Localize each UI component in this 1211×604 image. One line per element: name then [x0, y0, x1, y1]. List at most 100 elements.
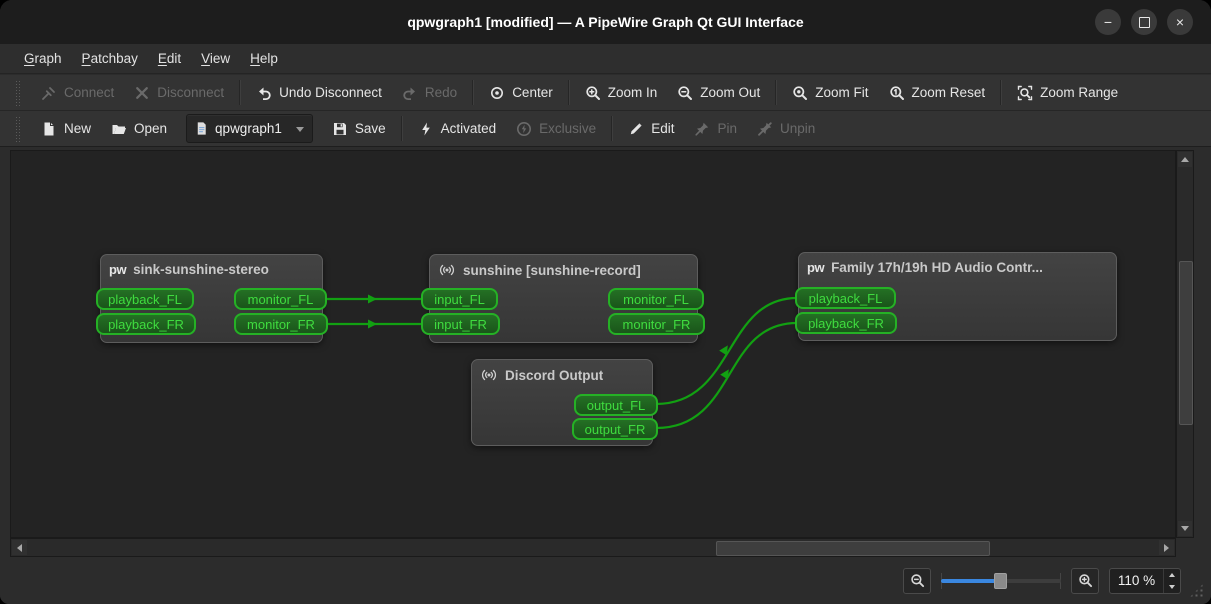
horizontal-scrollbar-thumb[interactable]: [716, 541, 990, 556]
edit-button[interactable]: Edit: [618, 116, 684, 142]
activated-button[interactable]: Activated: [408, 116, 507, 142]
toolbar-separator: [472, 80, 475, 105]
horizontal-scrollbar[interactable]: [10, 538, 1176, 557]
zoom-reset-button[interactable]: Zoom Reset: [879, 80, 996, 106]
close-button[interactable]: ×: [1167, 9, 1193, 35]
toolbar-drag-handle[interactable]: [15, 79, 20, 106]
statusbar-zoom-out-button[interactable]: [903, 567, 931, 594]
menu-graph[interactable]: Graph: [14, 47, 72, 70]
port-input-fl[interactable]: input_FL: [421, 288, 498, 310]
arrow-down-icon: [1169, 584, 1175, 589]
port-output-fr[interactable]: output_FR: [572, 418, 658, 440]
chevron-down-icon: [295, 127, 304, 132]
graph-view: pw sink-sunshine-stereo sunshine [sunshi…: [0, 147, 1211, 557]
port-monitor-fr[interactable]: monitor_FR: [608, 313, 705, 335]
disconnect-icon: [136, 86, 149, 99]
arrow-right-icon: [1164, 543, 1169, 552]
scroll-down-button[interactable]: [1178, 521, 1192, 536]
toolbar-drag-handle[interactable]: [15, 115, 20, 142]
patchbay-selector-value: qpwgraph1: [215, 121, 282, 136]
port-output-fl[interactable]: output_FL: [574, 394, 658, 416]
scroll-up-button[interactable]: [1178, 152, 1192, 167]
toolbar-separator: [400, 116, 403, 141]
spin-up-button[interactable]: [1164, 569, 1180, 581]
menu-edit[interactable]: Edit: [148, 47, 191, 70]
slider-handle[interactable]: [993, 572, 1007, 589]
arrow-left-icon: [17, 543, 22, 552]
exclusive-bolt-icon: [517, 121, 532, 136]
center-icon: [491, 86, 504, 99]
connections-layer: [323, 294, 799, 430]
zoom-fit-button[interactable]: Zoom Fit: [782, 80, 878, 106]
zoom-reset-icon: [889, 85, 904, 100]
disconnect-button[interactable]: Disconnect: [124, 80, 234, 106]
center-button[interactable]: Center: [479, 80, 563, 106]
file-toolbar: New Open qpwgraph1 Save Activated Exclus…: [0, 111, 1211, 147]
zoom-range-icon: [1017, 85, 1033, 100]
connect-button[interactable]: Connect: [31, 80, 124, 106]
zoom-range-button[interactable]: Zoom Range: [1007, 80, 1128, 106]
port-playback-fr[interactable]: playback_FR: [96, 313, 196, 335]
zoom-in-icon: [586, 85, 600, 100]
toolbar-separator: [775, 80, 778, 105]
toolbar-separator: [1000, 80, 1003, 105]
arrow-up-icon: [1169, 572, 1175, 577]
zoom-out-icon: [910, 574, 924, 588]
titlebar[interactable]: qpwgraph1 [modified] — A PipeWire Graph …: [0, 0, 1211, 44]
window-resize-grip[interactable]: [1189, 583, 1204, 598]
undo-disconnect-button[interactable]: Undo Disconnect: [246, 80, 392, 106]
edit-pencil-icon: [631, 122, 642, 134]
close-icon: ×: [1175, 14, 1185, 30]
zoom-out-button[interactable]: Zoom Out: [667, 80, 770, 106]
toolbar-separator: [567, 80, 570, 105]
patchbay-selector[interactable]: qpwgraph1: [186, 114, 313, 143]
menu-help[interactable]: Help: [240, 47, 288, 70]
zoom-in-button[interactable]: Zoom In: [575, 80, 668, 106]
port-monitor-fl[interactable]: monitor_FL: [608, 288, 704, 310]
redo-button[interactable]: Redo: [392, 80, 467, 106]
vertical-scrollbar-thumb[interactable]: [1179, 261, 1193, 425]
pin-button[interactable]: Pin: [684, 116, 747, 142]
port-monitor-fl[interactable]: monitor_FL: [234, 288, 327, 310]
spin-down-button[interactable]: [1164, 581, 1180, 593]
redo-icon: [403, 87, 415, 100]
activated-bolt-icon: [421, 122, 430, 135]
port-playback-fl[interactable]: playback_FL: [795, 287, 896, 309]
save-button[interactable]: Save: [322, 116, 396, 142]
port-playback-fr[interactable]: playback_FR: [795, 312, 897, 334]
scroll-right-button[interactable]: [1159, 540, 1174, 555]
toolbar-separator: [239, 80, 242, 105]
port-input-fr[interactable]: input_FR: [421, 313, 500, 335]
new-button[interactable]: New: [31, 116, 101, 142]
exclusive-button[interactable]: Exclusive: [506, 116, 606, 142]
app-window: qpwgraph1 [modified] — A PipeWire Graph …: [0, 0, 1211, 604]
vertical-scrollbar[interactable]: [1176, 150, 1194, 538]
save-icon: [333, 122, 346, 135]
undo-icon: [259, 87, 271, 100]
maximize-button[interactable]: [1131, 9, 1157, 35]
menu-patchbay[interactable]: Patchbay: [72, 47, 148, 70]
open-button[interactable]: Open: [101, 116, 177, 142]
zoom-slider[interactable]: [941, 571, 1061, 591]
pin-icon: [695, 122, 709, 136]
minimize-button[interactable]: −: [1095, 9, 1121, 35]
unpin-button[interactable]: Unpin: [747, 116, 825, 142]
connect-icon: [42, 86, 55, 100]
zoom-percent-spinbox[interactable]: 110 %: [1109, 567, 1181, 594]
window-title: qpwgraph1 [modified] — A PipeWire Graph …: [407, 14, 804, 30]
statusbar-zoom-in-button[interactable]: [1071, 567, 1099, 594]
connection-arrow: [368, 319, 377, 329]
graph-canvas[interactable]: pw sink-sunshine-stereo sunshine [sunshi…: [10, 150, 1176, 538]
maximize-icon: [1138, 16, 1150, 28]
port-playback-fl[interactable]: playback_FL: [96, 288, 194, 310]
unpin-icon: [758, 121, 772, 136]
zoom-out-icon: [678, 85, 693, 100]
scroll-left-button[interactable]: [12, 540, 27, 555]
arrow-down-icon: [1181, 526, 1189, 531]
menu-view[interactable]: View: [191, 47, 240, 70]
port-monitor-fr[interactable]: monitor_FR: [234, 313, 328, 335]
arrow-up-icon: [1181, 157, 1189, 162]
window-controls: − ×: [1095, 9, 1193, 35]
open-folder-icon: [112, 124, 127, 134]
toolbar-separator: [611, 116, 614, 141]
